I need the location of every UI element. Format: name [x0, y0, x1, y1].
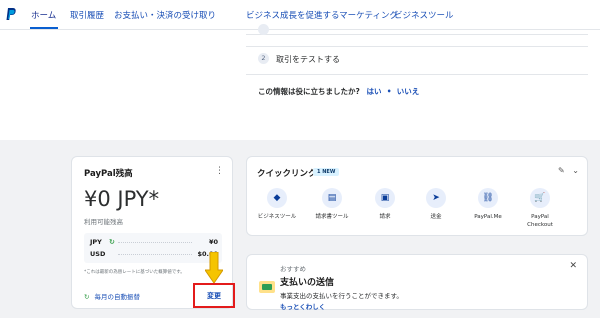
- nav-payments[interactable]: お支払い・決済の受け取り: [114, 9, 216, 21]
- balance-title: PayPal残高: [84, 169, 133, 179]
- link-icon: ⛓: [478, 188, 498, 208]
- quick-link-invoice-tools[interactable]: ▤ 請求書ツール: [309, 188, 355, 221]
- close-icon[interactable]: ✕: [569, 261, 577, 271]
- divider: [118, 242, 192, 243]
- payment-icon: [259, 281, 275, 293]
- quick-link-request[interactable]: ▣ 請求: [362, 188, 408, 221]
- balance-amount: ¥0 JPY*: [84, 187, 160, 211]
- quick-link-label: ビジネスツール: [257, 214, 297, 220]
- recommendation-body: 事業支出の支払いを行うことができます。: [280, 292, 403, 300]
- separator-dot: •: [384, 87, 395, 96]
- divider: [246, 34, 588, 35]
- quick-link-label: PayPal Checkout: [527, 214, 553, 228]
- refresh-icon[interactable]: ↻: [109, 238, 115, 246]
- highlight-box: [193, 283, 235, 308]
- auto-transfer-label: 毎月の自動振替: [94, 293, 141, 301]
- down-arrow-icon: [205, 252, 223, 283]
- feedback-yes-link[interactable]: はい: [366, 87, 381, 96]
- chevron-down-icon[interactable]: ⌄: [572, 166, 579, 175]
- currency-value: ¥0: [208, 238, 218, 246]
- quick-links-title: クイックリンク: [257, 169, 317, 179]
- recommendation-eyebrow: おすすめ: [280, 265, 306, 273]
- feedback-prompt: この情報は役に立ちましたか? はい • いいえ: [258, 86, 419, 97]
- currency-row-jpy: JPY ↻ ¥0: [90, 238, 218, 246]
- currency-list: JPY ↻ ¥0 USD $0.00: [84, 233, 222, 263]
- refresh-icon: ↻: [84, 293, 90, 301]
- quick-links-tools: ✎ ⌄: [558, 166, 579, 175]
- new-badge: 1 NEW: [313, 168, 340, 176]
- quick-link-send[interactable]: ➤ 送金: [413, 188, 459, 221]
- currency-row-usd: USD $0.00: [90, 250, 218, 258]
- paypal-logo[interactable]: [6, 8, 16, 21]
- feedback-no-link[interactable]: いいえ: [397, 87, 420, 96]
- quick-link-business-tools[interactable]: ◆ ビジネスツール: [254, 188, 300, 221]
- active-tab-indicator: [30, 27, 58, 29]
- quick-link-checkout[interactable]: 🛒 PayPal Checkout: [517, 188, 563, 229]
- top-navigation: ホーム 取引履歴 お支払い・決済の受け取り ビジネス成長を促進するマーケティング…: [0, 0, 600, 30]
- step-2-label[interactable]: 取引をテストする: [276, 54, 340, 65]
- setup-section: 2 取引をテストする この情報は役に立ちましたか? はい • いいえ: [0, 24, 600, 140]
- quick-link-label: 請求: [379, 214, 391, 220]
- recommendation-title: 支払いの送信: [280, 278, 335, 288]
- step-2-number: 2: [258, 53, 269, 64]
- layers-icon: ◆: [267, 188, 287, 208]
- quick-link-paypal-me[interactable]: ⛓ PayPal.Me: [465, 188, 511, 221]
- send-icon: ➤: [426, 188, 446, 208]
- nav-marketing[interactable]: ビジネス成長を促進するマーケティング: [246, 9, 398, 21]
- nav-home[interactable]: ホーム: [31, 9, 56, 21]
- divider: [246, 46, 588, 47]
- auto-transfer-link[interactable]: ↻ 毎月の自動振替: [84, 291, 140, 301]
- request-icon: ▣: [375, 188, 395, 208]
- recommendation-card: おすすめ ✕ 支払いの送信 事業支出の支払いを行うことができます。 もっとくわし…: [246, 254, 588, 311]
- step-1-icon: [258, 24, 269, 35]
- quick-links-card: クイックリンク 1 NEW ✎ ⌄ ◆ ビジネスツール ▤ 請求書ツール ▣ 請…: [246, 156, 588, 236]
- currency-code: USD: [90, 250, 106, 258]
- nav-activity[interactable]: 取引履歴: [70, 9, 104, 21]
- cart-icon: 🛒: [530, 188, 550, 208]
- edit-icon[interactable]: ✎: [558, 166, 565, 175]
- more-options-icon[interactable]: ⋮: [215, 166, 224, 176]
- quick-link-label: 請求書ツール: [315, 214, 349, 220]
- exchange-rate-note: *これは最新の為替レートに基づいた概算値です。: [84, 270, 185, 275]
- divider: [246, 74, 588, 75]
- nav-business-tools[interactable]: ビジネスツール: [394, 9, 454, 21]
- currency-code: JPY: [90, 238, 102, 246]
- balance-subtitle: 利用可能残高: [84, 218, 123, 226]
- invoice-icon: ▤: [322, 188, 342, 208]
- divider: [118, 254, 192, 255]
- quick-link-label: 送金: [430, 214, 442, 220]
- feedback-question: この情報は役に立ちましたか?: [258, 87, 360, 96]
- quick-link-label: PayPal.Me: [474, 214, 502, 220]
- learn-more-link[interactable]: もっとくわしく: [280, 301, 325, 311]
